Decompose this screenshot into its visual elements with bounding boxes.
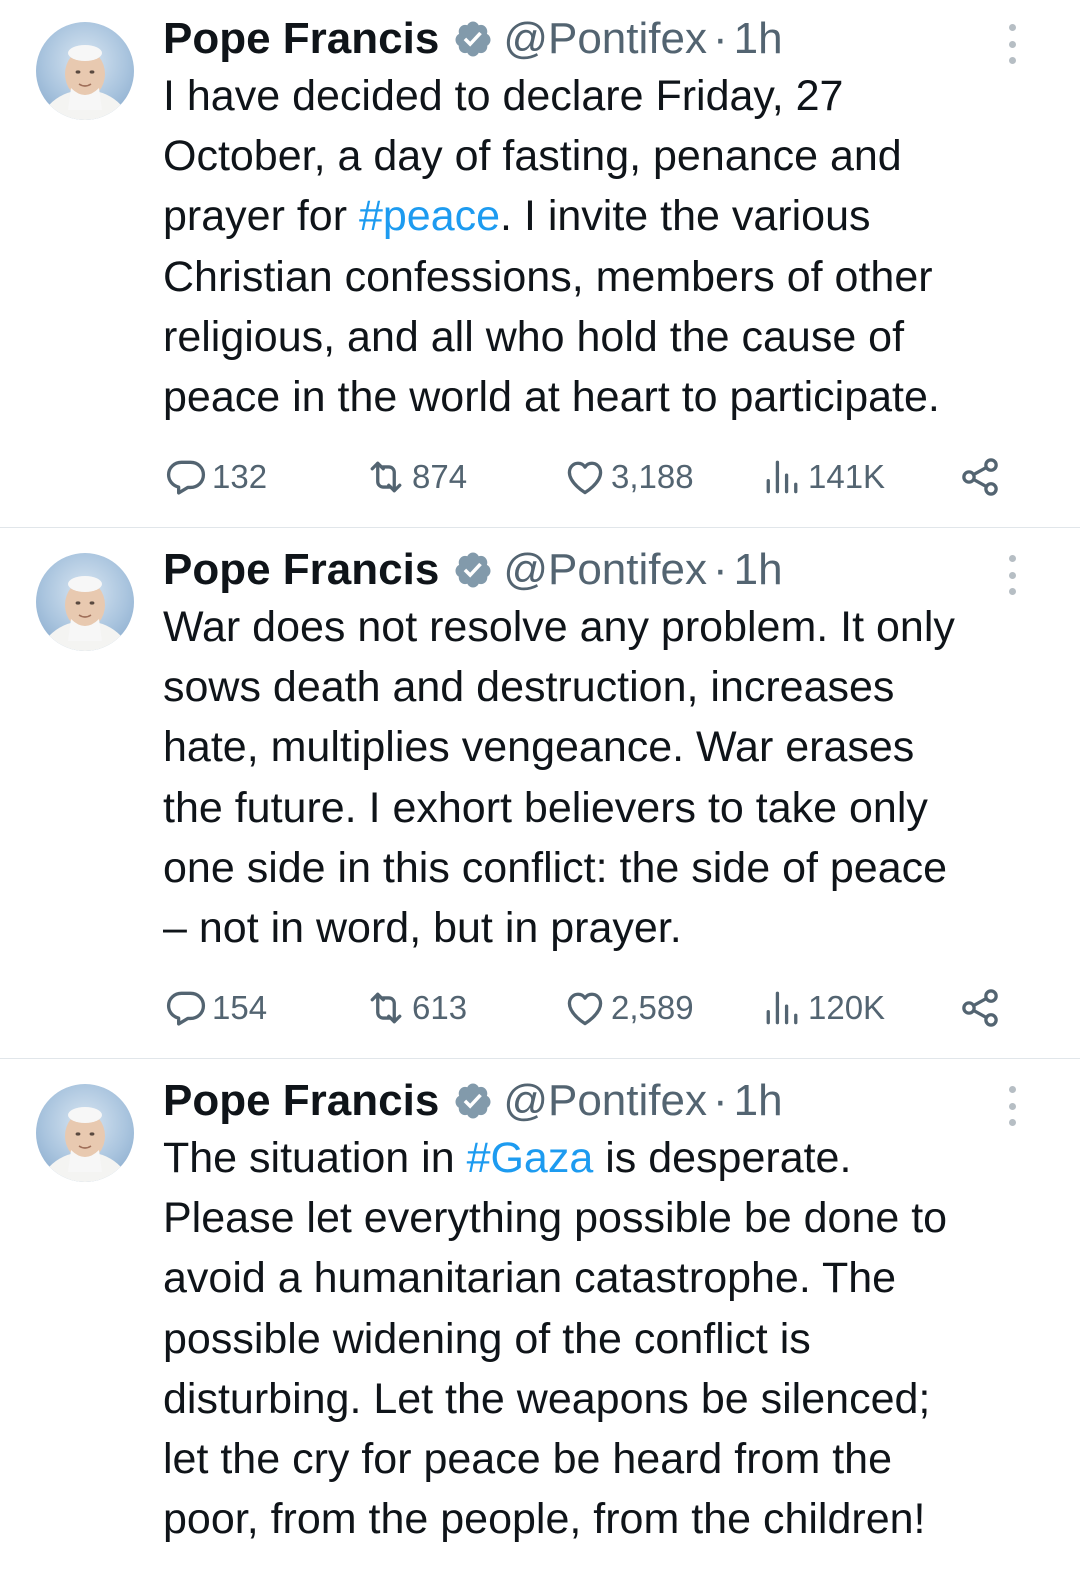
divider xyxy=(0,527,1080,528)
author-name[interactable]: Pope Francis xyxy=(163,541,439,599)
tweet-header: Pope Francis @Pontifex · 1h xyxy=(163,541,783,599)
reply-button[interactable]: 132 xyxy=(164,449,267,505)
like-icon xyxy=(567,461,603,495)
share-button[interactable] xyxy=(958,449,1006,505)
views-icon xyxy=(766,991,798,1025)
divider xyxy=(0,1058,1080,1059)
hashtag-link[interactable]: #Gaza xyxy=(467,1134,594,1182)
tweet-actions: 154 613 2,589 120K xyxy=(0,980,1080,1036)
reply-button[interactable]: 154 xyxy=(164,980,267,1036)
tweet-header: Pope Francis @Pontifex · 1h xyxy=(163,1072,783,1130)
reply-count: 154 xyxy=(212,989,268,1026)
like-button[interactable]: 3,188 xyxy=(563,449,694,505)
share-icon xyxy=(962,458,998,496)
share-icon xyxy=(962,989,998,1027)
more-vertical-icon[interactable] xyxy=(1002,24,1022,64)
separator-dot: · xyxy=(712,1076,728,1125)
tweet-time[interactable]: 1h xyxy=(734,1072,783,1130)
verified-badge-icon xyxy=(455,1083,491,1119)
avatar[interactable] xyxy=(36,22,134,120)
like-button[interactable]: 2,589 xyxy=(563,980,694,1036)
views-icon xyxy=(766,460,798,494)
tweet-time[interactable]: 1h xyxy=(734,10,783,68)
hashtag-link[interactable]: #peace xyxy=(359,192,500,240)
views-button[interactable]: 120K xyxy=(760,980,885,1036)
reply-icon xyxy=(166,460,206,495)
views-count: 120K xyxy=(808,989,886,1026)
repost-icon xyxy=(370,461,402,493)
verified-badge-icon xyxy=(455,21,491,57)
tweet-text: The situation in #Gaza is desperate. Ple… xyxy=(163,1128,1043,1549)
tweet-text-part: is desperate. Please let everything poss… xyxy=(163,1134,948,1544)
author-handle[interactable]: @Pontifex xyxy=(503,1072,707,1130)
repost-count: 874 xyxy=(412,458,468,495)
tweet-text-part: War does not resolve any problem. It onl… xyxy=(163,603,955,953)
tweet-header: Pope Francis @Pontifex · 1h xyxy=(163,10,783,68)
more-vertical-icon[interactable] xyxy=(1002,1086,1022,1126)
reply-count: 132 xyxy=(212,458,268,495)
separator-dot: · xyxy=(712,545,728,594)
like-count: 3,188 xyxy=(611,458,694,495)
views-button[interactable]: 141K xyxy=(760,449,885,505)
views-count: 141K xyxy=(808,458,886,495)
author-name[interactable]: Pope Francis xyxy=(163,10,439,68)
tweet-time[interactable]: 1h xyxy=(734,541,783,599)
repost-icon xyxy=(370,992,402,1024)
like-count: 2,589 xyxy=(611,989,694,1026)
repost-count: 613 xyxy=(412,989,468,1026)
tweet-text-part: The situation in xyxy=(163,1134,467,1182)
repost-button[interactable]: 874 xyxy=(364,449,467,505)
tweet-text: I have decided to declare Friday, 27 Oct… xyxy=(163,66,1043,427)
author-handle[interactable]: @Pontifex xyxy=(503,541,707,599)
repost-button[interactable]: 613 xyxy=(364,980,467,1036)
reply-icon xyxy=(166,991,206,1026)
like-icon xyxy=(567,992,603,1026)
avatar[interactable] xyxy=(36,553,134,651)
avatar[interactable] xyxy=(36,1084,134,1182)
tweet-actions: 132 874 3,188 141K xyxy=(0,449,1080,505)
share-button[interactable] xyxy=(958,980,1006,1036)
author-handle[interactable]: @Pontifex xyxy=(503,10,707,68)
verified-badge-icon xyxy=(455,552,491,588)
author-name[interactable]: Pope Francis xyxy=(163,1072,439,1130)
more-vertical-icon[interactable] xyxy=(1002,555,1022,595)
tweet-text: War does not resolve any problem. It onl… xyxy=(163,597,1043,958)
separator-dot: · xyxy=(712,14,728,63)
